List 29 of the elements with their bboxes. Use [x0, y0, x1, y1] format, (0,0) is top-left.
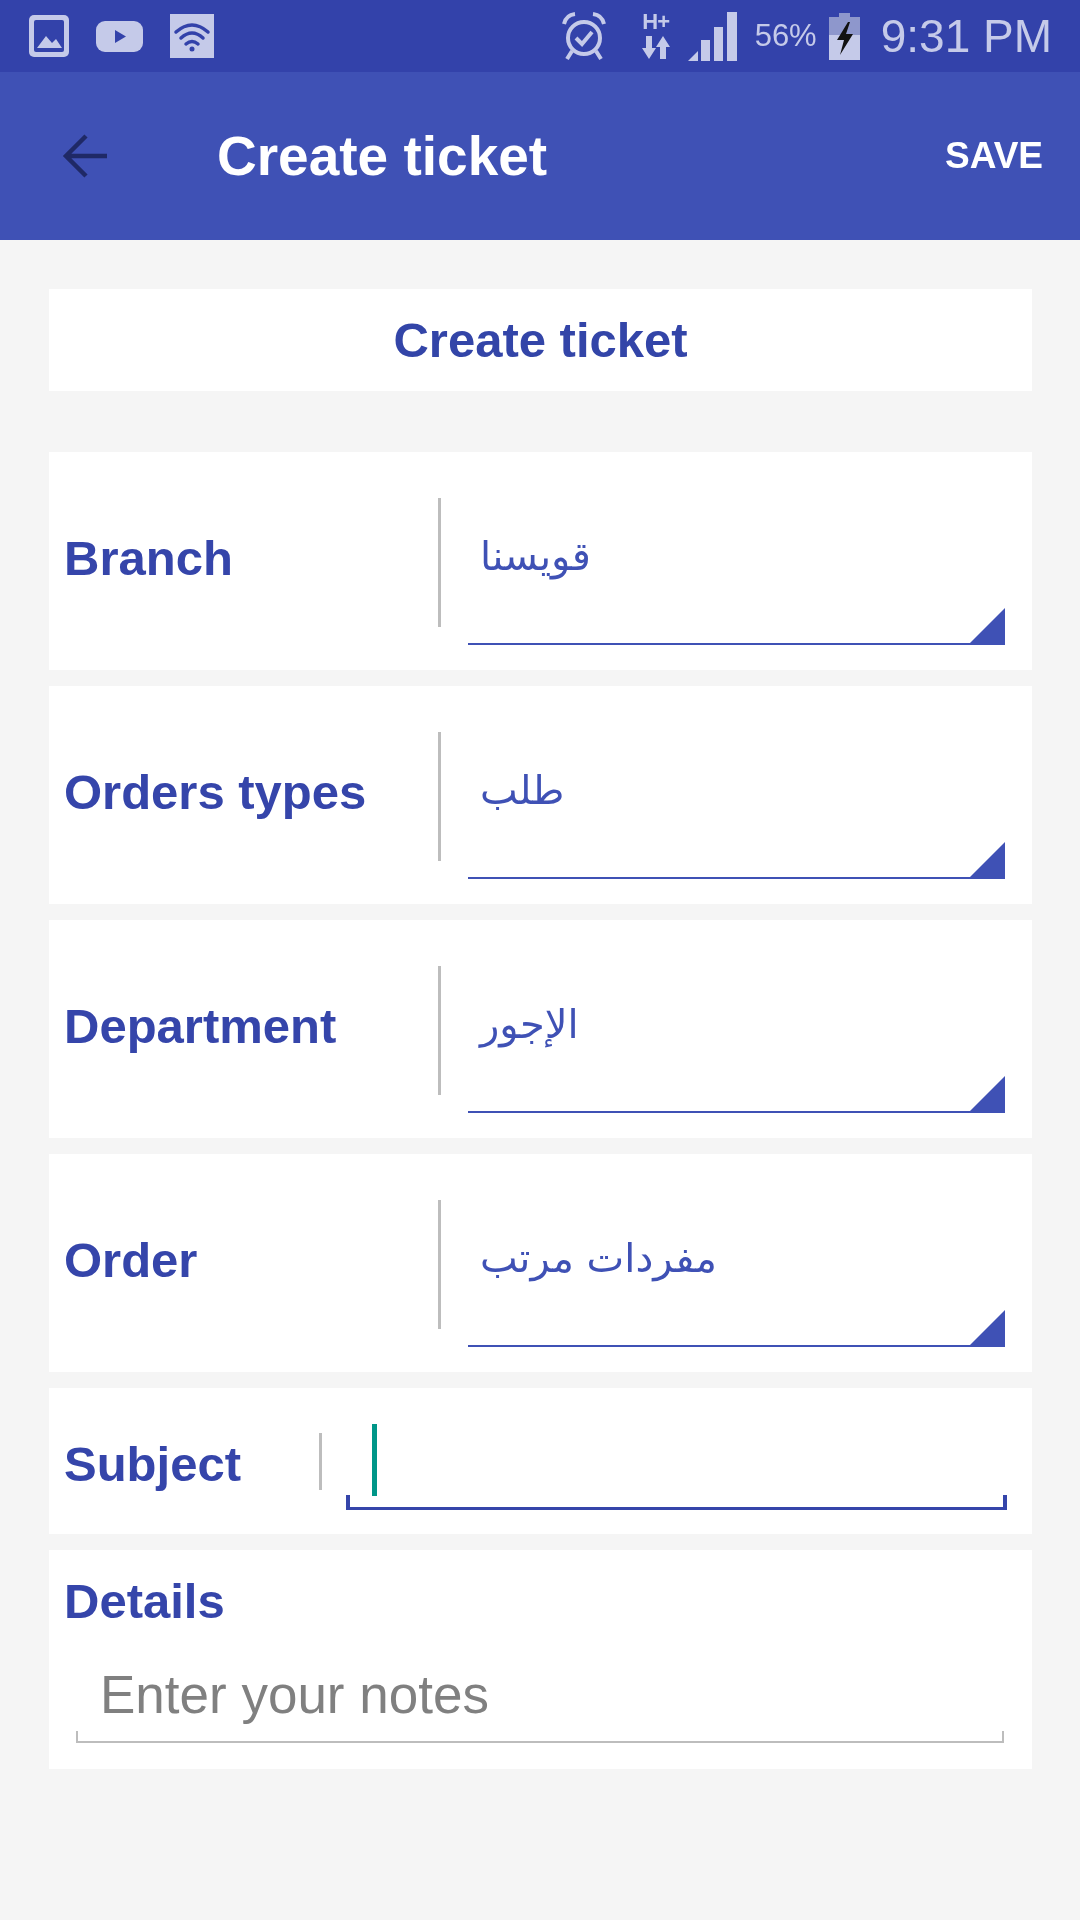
alarm-clock-icon: [561, 11, 606, 61]
header-title: Create ticket: [393, 312, 688, 368]
save-button[interactable]: SAVE: [933, 121, 1055, 191]
wifi-icon: [170, 14, 214, 58]
field-label: Order: [64, 1231, 198, 1289]
back-arrow-icon: [61, 132, 109, 180]
field-label: Details: [64, 1573, 225, 1630]
dropdown-triangle-icon: [968, 842, 1005, 879]
field-label: Department: [64, 997, 337, 1055]
field-label: Orders types: [64, 763, 367, 821]
battery-charging-icon: [828, 12, 860, 60]
dropdown-triangle-icon: [968, 1076, 1005, 1113]
field-label: Subject: [64, 1436, 241, 1493]
battery-percent: 56%: [754, 18, 817, 54]
gallery-icon: [29, 15, 69, 57]
dropdown-field[interactable]: قويسنا: [468, 498, 1005, 645]
dropdown-triangle-icon: [968, 1310, 1005, 1347]
app-bar-title: Create ticket: [217, 125, 548, 187]
dropdown-triangle-icon: [968, 608, 1005, 645]
network-type-label: H+: [642, 13, 669, 31]
text-cursor: [372, 1424, 377, 1496]
dropdown-field[interactable]: طلب: [468, 732, 1005, 879]
signal-icon: [687, 11, 737, 61]
dropdown-field[interactable]: مفردات مرتب: [468, 1200, 1005, 1347]
play-button-icon: [96, 20, 143, 52]
dropdown-field[interactable]: الإجور: [468, 966, 1005, 1113]
field-label: Branch: [64, 529, 233, 587]
status-time: 9:31 PM: [880, 10, 1052, 62]
data-arrows-icon: [641, 36, 670, 59]
